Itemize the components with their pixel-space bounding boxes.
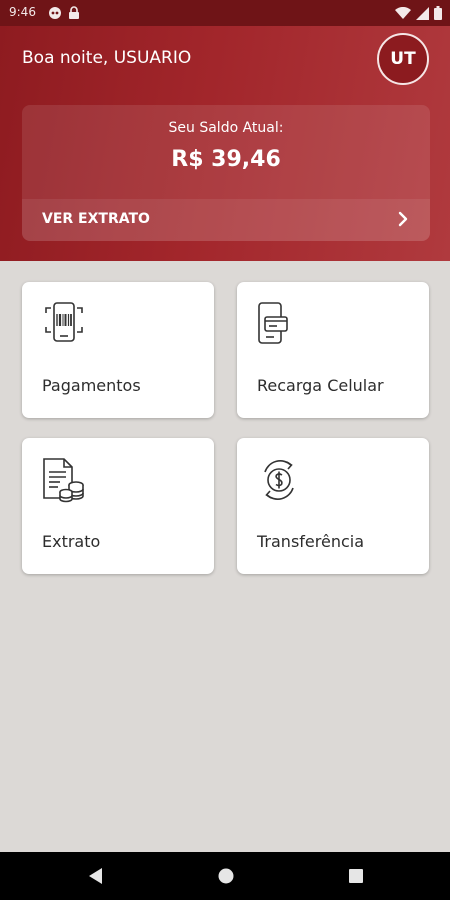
incognito-icon bbox=[48, 5, 62, 24]
chevron-right-icon bbox=[398, 210, 408, 232]
ver-extrato-label: VER EXTRATO bbox=[42, 211, 150, 227]
tile-label: Recarga Celular bbox=[257, 376, 384, 395]
tile-label: Extrato bbox=[42, 532, 101, 551]
status-time: 9:46 bbox=[9, 5, 36, 19]
money-transfer-icon bbox=[255, 456, 303, 504]
tile-label: Pagamentos bbox=[42, 376, 141, 395]
avatar[interactable]: UT bbox=[377, 33, 429, 85]
greeting-text: Boa noite, USUARIO bbox=[22, 48, 192, 68]
lock-icon bbox=[68, 5, 80, 24]
ver-extrato-button[interactable]: VER EXTRATO bbox=[22, 199, 430, 241]
tile-label: Transferência bbox=[257, 532, 365, 551]
balance-value: R$ 39,46 bbox=[171, 147, 281, 172]
recents-icon[interactable] bbox=[347, 866, 365, 890]
balance-card: Seu Saldo Atual: R$ 39,46 VER EXTRATO bbox=[22, 105, 430, 241]
tile-pagamentos[interactable]: Pagamentos bbox=[22, 282, 214, 418]
phone-card-icon bbox=[255, 300, 303, 348]
navigation-bar bbox=[0, 852, 450, 900]
back-icon[interactable] bbox=[86, 866, 104, 890]
barcode-phone-icon bbox=[40, 300, 88, 348]
status-bar: 9:46 bbox=[0, 0, 450, 26]
document-coins-icon bbox=[40, 456, 88, 504]
balance-label: Seu Saldo Atual: bbox=[168, 120, 284, 136]
tile-recarga-celular[interactable]: Recarga Celular bbox=[237, 282, 429, 418]
header: Boa noite, USUARIO UT Seu Saldo Atual: R… bbox=[0, 26, 450, 261]
tile-extrato[interactable]: Extrato bbox=[22, 438, 214, 574]
wifi-icon bbox=[395, 5, 411, 24]
home-icon[interactable] bbox=[217, 866, 235, 890]
battery-icon bbox=[434, 5, 442, 24]
signal-icon bbox=[416, 5, 429, 24]
tile-transferencia[interactable]: Transferência bbox=[237, 438, 429, 574]
